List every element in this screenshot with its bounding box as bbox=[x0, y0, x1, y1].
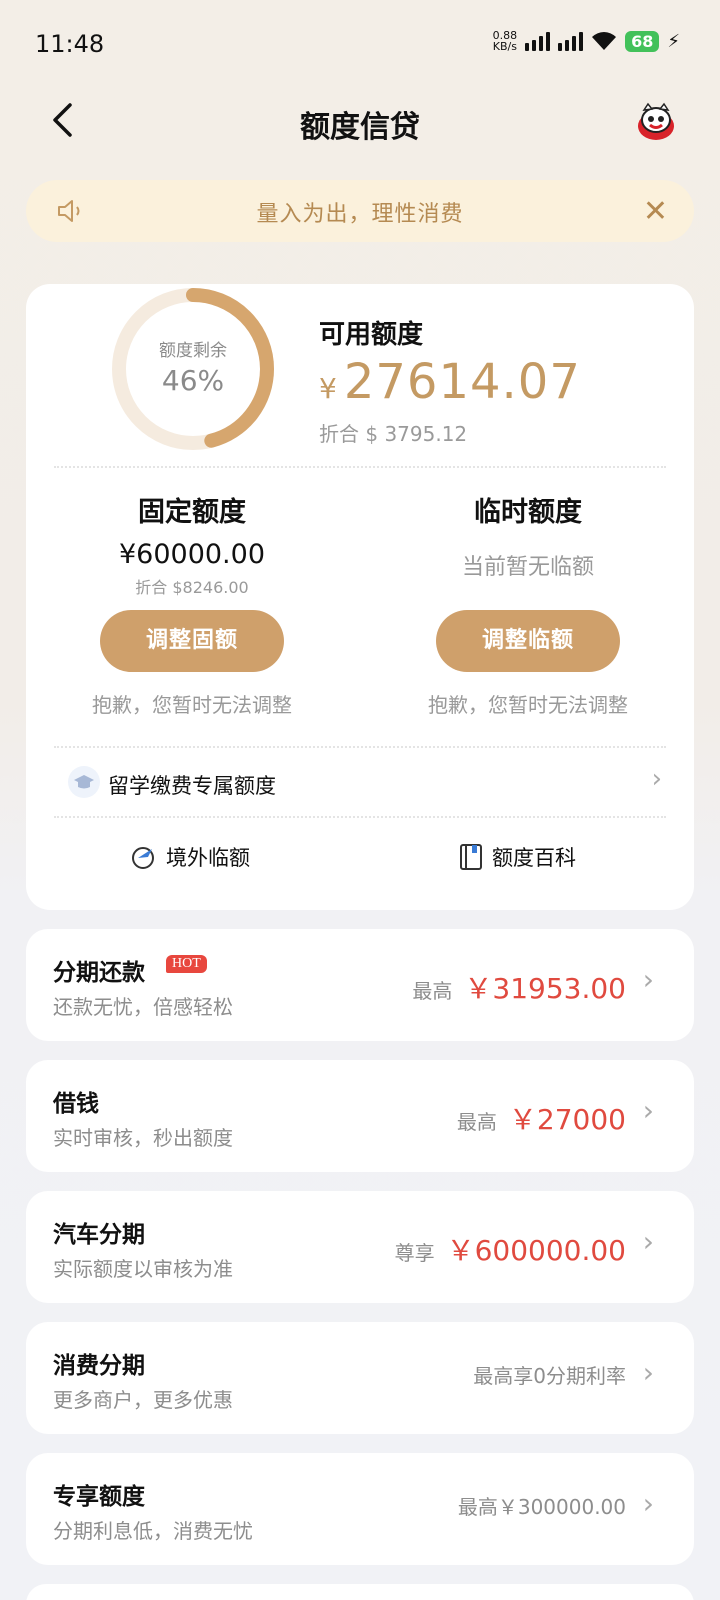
product-card-partial bbox=[26, 1584, 694, 1600]
product-title: 汽车分期 bbox=[53, 1222, 145, 1248]
hot-badge: HOT bbox=[166, 955, 207, 973]
product-limit: 尊享 ￥600000.00 bbox=[394, 1234, 626, 1267]
net-speed: 0.88 KB/s bbox=[492, 29, 518, 53]
study-abroad-credit-row[interactable]: 留学缴费专属额度 › bbox=[66, 764, 666, 804]
quick-link-label: 境外临额 bbox=[166, 846, 250, 870]
chevron-right-icon: › bbox=[642, 963, 654, 996]
adjust-fixed-button[interactable]: 调整固额 bbox=[100, 610, 284, 672]
status-time: 11:48 bbox=[35, 30, 105, 58]
chevron-right-icon: › bbox=[642, 1225, 654, 1258]
study-abroad-label: 留学缴费专属额度 bbox=[108, 774, 276, 798]
wifi-icon bbox=[592, 32, 617, 50]
product-subtitle: 还款无忧，倍感轻松 bbox=[53, 995, 233, 1019]
temp-credit-status: 当前暂无临额 bbox=[461, 555, 594, 580]
plane-globe-icon bbox=[132, 847, 154, 869]
charging-icon: ⚡ bbox=[667, 30, 680, 52]
chevron-right-icon: › bbox=[642, 1356, 654, 1389]
ring-value: 46% bbox=[161, 364, 225, 397]
header: 额度信贷 bbox=[0, 90, 720, 152]
quick-link-label: 额度百科 bbox=[492, 846, 576, 870]
product-installment-repay[interactable]: 分期还款 HOT 还款无忧，倍感轻松 最高 ￥31953.00 › bbox=[26, 929, 694, 1041]
available-credit-title: 可用额度 bbox=[319, 320, 424, 350]
temp-credit-section: 临时额度 当前暂无临额 bbox=[378, 490, 678, 581]
temp-adjust-note: 抱歉，您暂时无法调整 bbox=[428, 693, 628, 717]
fixed-credit-title: 固定额度 bbox=[138, 497, 246, 528]
product-limit: 最高 ￥31953.00 bbox=[412, 972, 626, 1005]
mascot-avatar-icon[interactable] bbox=[634, 100, 678, 144]
ring-label: 额度剩余 bbox=[159, 341, 227, 361]
product-subtitle: 分期利息低，消费无忧 bbox=[53, 1519, 253, 1543]
fixed-credit-amount: ¥60000.00 bbox=[118, 539, 265, 570]
fixed-credit-converted: 折合 $8246.00 bbox=[135, 578, 249, 597]
quick-link-overseas-temp[interactable]: 境外临额 bbox=[130, 840, 250, 874]
product-consumer-installment[interactable]: 消费分期 更多商户，更多优惠 最高享0分期利率 › bbox=[26, 1322, 694, 1434]
available-credit-converted: 折合 $ 3795.12 bbox=[319, 422, 468, 446]
product-subtitle: 实际额度以审核为准 bbox=[53, 1257, 233, 1281]
chevron-right-icon: › bbox=[642, 1094, 654, 1127]
notice-text: 量入为出，理性消费 bbox=[256, 202, 464, 227]
notice-bar: 量入为出，理性消费 ✕ bbox=[26, 180, 694, 242]
product-borrow[interactable]: 借钱 实时审核，秒出额度 最高 ￥27000 › bbox=[26, 1060, 694, 1172]
product-title: 借钱 bbox=[53, 1091, 99, 1117]
status-bar: 11:48 0.88 KB/s 68 ⚡ bbox=[0, 0, 720, 90]
product-subtitle: 更多商户，更多优惠 bbox=[53, 1388, 233, 1412]
signal-icon bbox=[558, 31, 584, 51]
status-icons: 0.88 KB/s 68 ⚡ bbox=[493, 30, 680, 52]
product-title: 分期还款 bbox=[53, 960, 145, 986]
divider bbox=[54, 466, 666, 468]
page-title: 额度信贷 bbox=[300, 110, 420, 145]
product-car-installment[interactable]: 汽车分期 实际额度以审核为准 尊享 ￥600000.00 › bbox=[26, 1191, 694, 1303]
fixed-adjust-note: 抱歉，您暂时无法调整 bbox=[92, 693, 292, 717]
graduation-cap-icon bbox=[68, 766, 100, 798]
quick-link-credit-wiki[interactable]: 额度百科 bbox=[458, 840, 576, 874]
divider bbox=[54, 816, 666, 818]
chevron-right-icon: › bbox=[651, 764, 662, 794]
battery-icon: 68 bbox=[625, 30, 660, 52]
product-title: 消费分期 bbox=[53, 1353, 145, 1379]
signal-icon bbox=[525, 31, 551, 51]
close-icon[interactable]: ✕ bbox=[643, 194, 668, 229]
product-limit: 最高￥300000.00 bbox=[457, 1495, 626, 1519]
product-title: 专享额度 bbox=[53, 1484, 145, 1510]
available-credit-amount: ¥27614.07 bbox=[319, 354, 581, 410]
credit-card-panel: 额度剩余 46% 可用额度 ¥27614.07 折合 $ 3795.12 固定额… bbox=[26, 284, 694, 910]
divider bbox=[54, 746, 666, 748]
fixed-credit-section: 固定额度 ¥60000.00 折合 $8246.00 bbox=[42, 490, 342, 598]
adjust-temp-button[interactable]: 调整临额 bbox=[436, 610, 620, 672]
chevron-right-icon: › bbox=[642, 1487, 654, 1520]
product-limit: 最高享0分期利率 bbox=[473, 1364, 626, 1388]
temp-credit-title: 临时额度 bbox=[474, 497, 582, 528]
product-subtitle: 实时审核，秒出额度 bbox=[53, 1126, 233, 1150]
product-exclusive-credit[interactable]: 专享额度 分期利息低，消费无忧 最高￥300000.00 › bbox=[26, 1453, 694, 1565]
book-icon bbox=[460, 844, 482, 870]
product-limit: 最高 ￥27000 bbox=[456, 1103, 626, 1136]
